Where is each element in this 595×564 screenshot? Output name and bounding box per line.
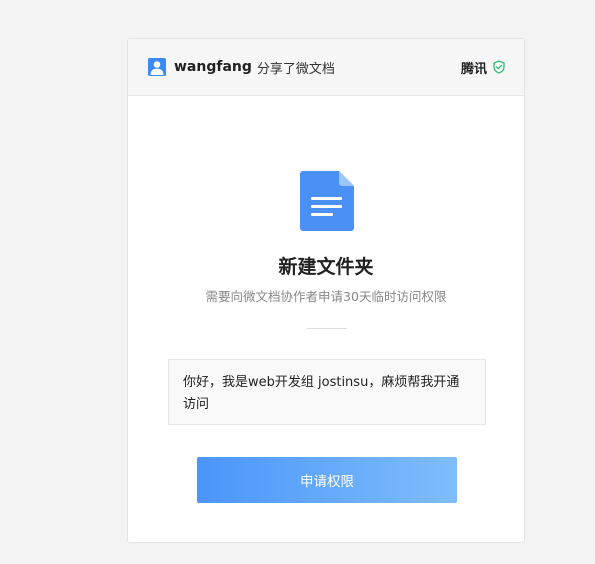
username: wangfang (174, 59, 252, 75)
share-card: wangfang 分享了微文档 腾讯 新建文件夹 需要向微文档协作者申请30天临… (127, 38, 525, 543)
brand-label: 腾讯 (460, 61, 487, 77)
card-header: wangfang 分享了微文档 腾讯 (128, 39, 524, 96)
divider (307, 328, 347, 329)
document-title: 新建文件夹 (278, 256, 374, 278)
document-icon (300, 171, 354, 231)
verified-shield-icon (493, 60, 505, 74)
share-text: 分享了微文档 (256, 61, 335, 77)
access-subtitle: 需要向微文档协作者申请30天临时访问权限 (205, 289, 447, 304)
request-message-input[interactable]: 你好，我是web开发组 jostinsu，麻烦帮我开通访问 (168, 359, 486, 425)
user-avatar-icon (148, 58, 166, 76)
apply-permission-button[interactable]: 申请权限 (197, 457, 457, 503)
